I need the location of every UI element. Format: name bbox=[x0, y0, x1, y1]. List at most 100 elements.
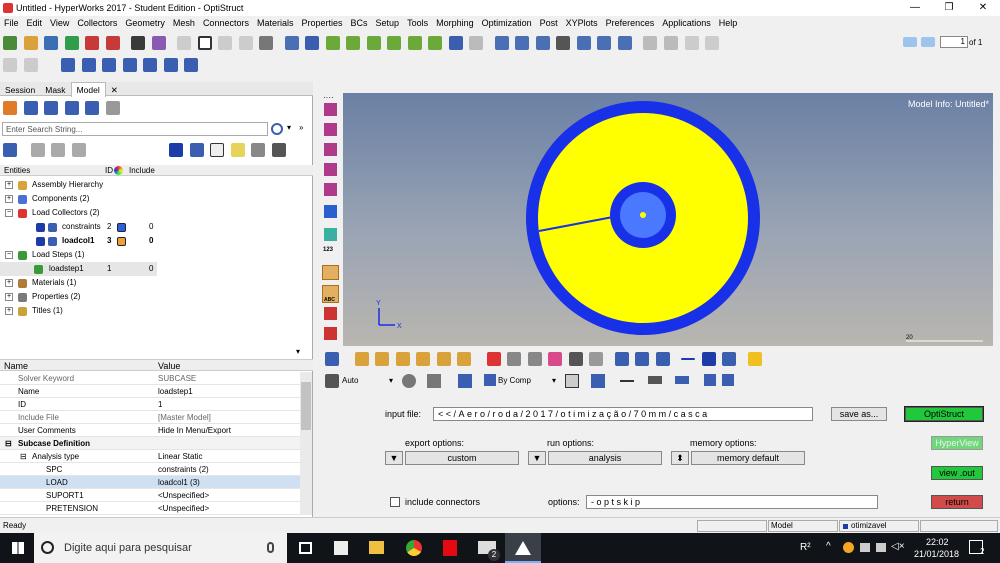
import-icon[interactable] bbox=[64, 36, 79, 50]
feature-display-icon[interactable] bbox=[238, 36, 253, 50]
minus-icon[interactable] bbox=[681, 358, 696, 360]
clock-time[interactable]: 22:02 bbox=[926, 537, 949, 547]
view-out-button[interactable]: view .out bbox=[931, 466, 983, 480]
panel-3-icon[interactable] bbox=[102, 58, 117, 72]
tab-mask[interactable]: Mask bbox=[40, 83, 70, 97]
search-input[interactable]: Enter Search String... bbox=[2, 122, 268, 136]
star-icon[interactable] bbox=[747, 352, 762, 366]
browser-tool-3-icon[interactable] bbox=[44, 101, 59, 115]
collector-3-icon[interactable] bbox=[395, 352, 410, 366]
tree-item-loadstep1[interactable]: loadstep1 1 0 bbox=[0, 262, 157, 276]
color-swatch[interactable] bbox=[117, 237, 126, 246]
plus-icon[interactable] bbox=[701, 352, 716, 366]
return-button[interactable]: return bbox=[931, 495, 983, 509]
menu-tools[interactable]: Tools bbox=[403, 16, 432, 30]
view-3d-icon[interactable] bbox=[448, 36, 463, 50]
view-yz-icon[interactable] bbox=[407, 36, 422, 50]
search-icon[interactable] bbox=[271, 123, 283, 135]
expand-icon[interactable]: + bbox=[5, 181, 13, 189]
tree-item-load-steps[interactable]: − Load Steps (1) bbox=[0, 248, 313, 262]
tree-item-loadcol1[interactable]: loadcol1 3 0 bbox=[0, 234, 313, 248]
panel-2-icon[interactable] bbox=[81, 58, 96, 72]
file-explorer-icon[interactable] bbox=[369, 541, 384, 554]
hyperview-button[interactable]: HyperView bbox=[931, 436, 983, 450]
include-connectors-checkbox[interactable] bbox=[390, 497, 400, 507]
auto-mode-icon[interactable] bbox=[325, 374, 339, 388]
entities-column[interactable]: Entities bbox=[4, 166, 30, 175]
hand-icon[interactable] bbox=[556, 36, 571, 50]
menu-properties[interactable]: Properties bbox=[297, 16, 346, 30]
tree-item-load-collectors[interactable]: − Load Collectors (2) bbox=[0, 206, 313, 220]
prop-row[interactable]: SPC constraints (2) bbox=[0, 463, 300, 476]
browser-tool-4-icon[interactable] bbox=[64, 101, 79, 115]
cube-icon[interactable] bbox=[458, 374, 472, 388]
prop-row-selected[interactable]: LOAD loadcol1 (3) bbox=[0, 476, 300, 489]
menu-help[interactable]: Help bbox=[715, 16, 742, 30]
vtool-3-icon[interactable] bbox=[324, 143, 337, 156]
cut-icon[interactable] bbox=[643, 36, 658, 50]
collector-1-icon[interactable] bbox=[354, 352, 369, 366]
visual-icon[interactable] bbox=[325, 352, 339, 366]
tree-item-materials[interactable]: + Materials (1) bbox=[0, 276, 313, 290]
entity-filter-2-icon[interactable] bbox=[51, 143, 66, 157]
user-profile-icon[interactable] bbox=[131, 36, 146, 50]
spin-icon[interactable] bbox=[617, 36, 632, 50]
panel-6-icon[interactable] bbox=[163, 58, 178, 72]
id-column[interactable]: ID bbox=[105, 166, 113, 175]
open-model-icon[interactable] bbox=[23, 36, 38, 50]
vtool-8-icon[interactable] bbox=[324, 307, 337, 320]
run-options-button[interactable]: analysis bbox=[548, 451, 662, 465]
entity-eye-icon[interactable] bbox=[271, 143, 286, 157]
tab-model[interactable]: Model bbox=[70, 82, 106, 97]
collapse-icon[interactable]: − bbox=[5, 251, 13, 259]
save-as-button[interactable]: save as... bbox=[831, 407, 887, 421]
menu-connectors[interactable]: Connectors bbox=[199, 16, 253, 30]
tree-item-assembly[interactable]: + Assembly Hierarchy bbox=[0, 178, 313, 192]
run-toggle-icon[interactable]: ▼ bbox=[528, 451, 546, 465]
pan-icon[interactable] bbox=[535, 36, 550, 50]
vtool-9-icon[interactable] bbox=[324, 327, 337, 340]
export-ppt-icon[interactable] bbox=[105, 36, 120, 50]
tab-session[interactable]: Session bbox=[0, 83, 40, 97]
task-view-icon[interactable] bbox=[299, 542, 312, 554]
taskbar-search-box[interactable]: Digite aqui para pesquisar bbox=[34, 533, 287, 563]
line-icon[interactable] bbox=[620, 380, 634, 382]
export-toggle-icon[interactable]: ▼ bbox=[385, 451, 403, 465]
plane2-icon[interactable] bbox=[675, 376, 689, 384]
tree-item-constraints[interactable]: constraints 2 0 bbox=[0, 220, 313, 234]
store-icon[interactable] bbox=[334, 541, 348, 555]
shading-icon[interactable] bbox=[402, 374, 416, 388]
prop-row[interactable]: ID 1 bbox=[0, 398, 300, 411]
monitor-icon[interactable] bbox=[722, 374, 734, 386]
delete-display-icon[interactable] bbox=[705, 36, 720, 50]
tab-close-icon[interactable]: ✕ bbox=[106, 83, 123, 98]
bycomp-icon[interactable] bbox=[484, 374, 496, 386]
close-button[interactable]: ✕ bbox=[966, 1, 1000, 15]
undo-view-icon[interactable] bbox=[722, 352, 737, 366]
people-icon[interactable]: R² bbox=[800, 542, 811, 553]
prop-row[interactable]: ⊟ Analysis type Linear Static bbox=[0, 450, 300, 463]
grid-view-icon[interactable] bbox=[704, 374, 716, 386]
vtool-6-icon[interactable] bbox=[324, 205, 337, 218]
minimize-button[interactable]: — bbox=[898, 1, 932, 15]
entity-cube-icon[interactable] bbox=[189, 143, 204, 157]
new-model-icon[interactable] bbox=[3, 36, 17, 50]
vtool-measure-icon[interactable] bbox=[322, 265, 339, 280]
collector-2-icon[interactable] bbox=[375, 352, 390, 366]
delete-icon[interactable] bbox=[486, 352, 501, 366]
entity-filter-3-icon[interactable] bbox=[71, 143, 86, 157]
grid-icon[interactable] bbox=[568, 352, 583, 366]
include-column[interactable]: Include bbox=[129, 166, 155, 175]
zoom-window-icon[interactable] bbox=[494, 36, 509, 50]
page-back-icon[interactable] bbox=[903, 37, 917, 47]
rotate-left-icon[interactable] bbox=[305, 36, 320, 50]
chevron-down-icon[interactable]: ▾ bbox=[552, 376, 556, 385]
entity-view-icon[interactable] bbox=[3, 143, 17, 157]
input-file-field[interactable]: <</Aero/roda/2017/otimização/70mm/casca bbox=[433, 407, 813, 421]
prop-section-subcase[interactable]: ⊟ Subcase Definition bbox=[0, 437, 300, 450]
tray-chevron-icon[interactable]: ^ bbox=[826, 541, 831, 552]
menu-optimization[interactable]: Optimization bbox=[478, 16, 536, 30]
vtool-4-icon[interactable] bbox=[324, 163, 337, 176]
pointer-icon[interactable] bbox=[210, 143, 225, 157]
undo-icon[interactable] bbox=[3, 58, 17, 72]
